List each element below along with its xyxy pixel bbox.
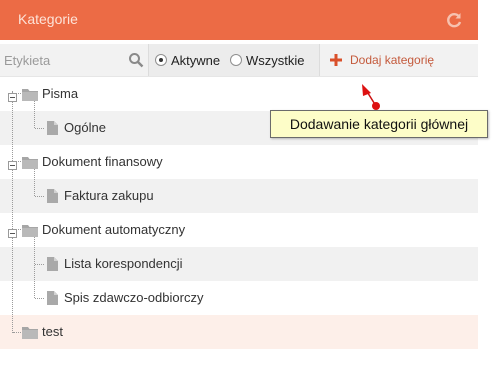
tree-node-lista-korespondencji[interactable]: Lista korespondencji bbox=[44, 256, 183, 271]
tree-node-label: Pisma bbox=[42, 86, 79, 101]
search-icon[interactable] bbox=[128, 52, 144, 68]
tree-node-ogolne[interactable]: Ogólne bbox=[44, 120, 106, 135]
document-icon bbox=[47, 256, 58, 271]
panel-title: Kategorie bbox=[18, 11, 78, 27]
filter-active-radio[interactable]: Aktywne bbox=[155, 52, 220, 68]
radio-unchecked-icon bbox=[230, 54, 242, 66]
filter-active-label: Aktywne bbox=[171, 52, 221, 68]
document-icon bbox=[47, 120, 58, 135]
tree-connector bbox=[34, 237, 35, 298]
tree-connector bbox=[35, 128, 44, 129]
tree-node-label: Faktura zakupu bbox=[64, 188, 154, 203]
plus-icon bbox=[330, 54, 342, 66]
tree-node-dokument-finansowy[interactable]: Dokument finansowy bbox=[22, 154, 163, 169]
filter-all-radio[interactable]: Wszystkie bbox=[230, 52, 305, 68]
tree-node-pisma[interactable]: Pisma bbox=[22, 86, 78, 101]
tree-row-selected bbox=[0, 315, 478, 349]
tree-node-faktura-zakupu[interactable]: Faktura zakupu bbox=[44, 188, 154, 203]
tree-node-label: Dokument finansowy bbox=[42, 154, 163, 169]
collapse-toggle-icon[interactable] bbox=[8, 157, 17, 170]
panel-header: Kategorie bbox=[0, 0, 478, 40]
add-category-button[interactable]: Dodaj kategorię bbox=[330, 51, 434, 69]
tooltip-pointer-icon bbox=[362, 84, 380, 110]
tree-connector bbox=[35, 264, 44, 265]
tree-node-label: Dokument automatyczny bbox=[42, 222, 186, 237]
tree-node-label: Lista korespondencji bbox=[64, 256, 183, 271]
folder-icon bbox=[22, 156, 38, 169]
tree-connector bbox=[35, 196, 44, 197]
tree-node-dokument-automatyczny[interactable]: Dokument automatyczny bbox=[22, 222, 185, 237]
add-category-label: Dodaj kategorię bbox=[350, 53, 435, 67]
folder-icon bbox=[22, 224, 38, 237]
folder-icon bbox=[22, 88, 38, 101]
categories-panel: Kategorie Aktywne Wszystkie bbox=[0, 0, 478, 352]
tree-connector bbox=[12, 91, 13, 333]
tree-node-label: test bbox=[42, 324, 63, 339]
filter-all-label: Wszystkie bbox=[246, 52, 305, 68]
toolbar: Aktywne Wszystkie Dodaj kategorię bbox=[0, 44, 478, 77]
tree-connector bbox=[34, 101, 35, 128]
search-input[interactable] bbox=[0, 44, 148, 76]
refresh-icon[interactable] bbox=[445, 11, 463, 29]
tree-connector bbox=[34, 169, 35, 196]
collapse-toggle-icon[interactable] bbox=[8, 89, 17, 102]
folder-icon bbox=[22, 326, 38, 339]
tree-node-spis-zdawczo-odbiorczy[interactable]: Spis zdawczo-odbiorczy bbox=[44, 290, 203, 305]
status-filter: Aktywne Wszystkie bbox=[148, 44, 320, 76]
tree-node-label: Ogólne bbox=[64, 120, 106, 135]
radio-checked-icon bbox=[155, 54, 167, 66]
tree-node-test[interactable]: test bbox=[22, 324, 63, 339]
document-icon bbox=[47, 290, 58, 305]
tree-connector bbox=[35, 298, 44, 299]
tooltip: Dodawanie kategorii głównej bbox=[270, 110, 488, 138]
document-icon bbox=[47, 188, 58, 203]
tree-node-label: Spis zdawczo-odbiorczy bbox=[64, 290, 204, 305]
collapse-toggle-icon[interactable] bbox=[8, 225, 17, 238]
